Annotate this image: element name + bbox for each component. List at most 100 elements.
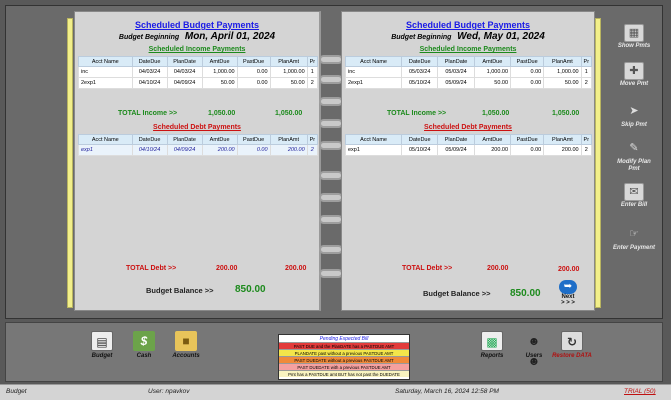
table-row[interactable]: inc 04/03/24 04/03/24 1,000.00 0.00 1,00… xyxy=(78,66,319,78)
col-header[interactable]: AmtDue xyxy=(201,56,238,67)
cell[interactable]: 05/09/24 xyxy=(437,144,475,156)
cell[interactable]: 50.00 xyxy=(201,77,238,89)
cell[interactable]: 2 xyxy=(580,77,593,89)
cell[interactable]: 50.00 xyxy=(473,77,512,89)
col-header[interactable]: Pr xyxy=(306,56,319,67)
cell[interactable]: 04/09/24 xyxy=(166,77,203,89)
col-header[interactable]: Acct Name xyxy=(78,134,133,145)
budget-button[interactable]: ▤ Budget xyxy=(82,331,122,359)
cell[interactable]: 2 xyxy=(306,144,319,156)
col-header[interactable]: Pr xyxy=(580,134,593,145)
col-header[interactable]: Acct Name xyxy=(344,134,403,145)
enter-payment-button[interactable]: ☞ Enter Payment xyxy=(612,226,656,252)
cell[interactable]: 0.00 xyxy=(510,66,545,78)
cell[interactable]: 1,000.00 xyxy=(543,66,582,78)
col-header[interactable]: AmtDue xyxy=(201,134,238,145)
col-header[interactable]: Acct Name xyxy=(78,56,133,67)
col-header[interactable]: PlanAmt xyxy=(269,56,308,67)
income-table[interactable]: Acct Name DateDue PlanDate AmtDue PastDu… xyxy=(78,56,319,89)
next-month-button[interactable]: ➥ Next > > > xyxy=(554,280,582,310)
col-header[interactable]: Pr xyxy=(580,56,593,67)
cell[interactable]: 05/09/24 xyxy=(437,77,475,89)
cell[interactable]: 05/03/24 xyxy=(401,66,439,78)
total-income-plan: 1,050.00 xyxy=(552,110,580,117)
cell[interactable]: 200.00 xyxy=(201,144,238,156)
cell[interactable]: 1,000.00 xyxy=(473,66,512,78)
cell[interactable]: 04/03/24 xyxy=(166,66,203,78)
table-row[interactable]: exp1 05/10/24 05/09/24 200.00 0.00 200.0… xyxy=(344,144,593,156)
table-row[interactable]: 2exp1 04/10/24 04/09/24 50.00 0.00 50.00… xyxy=(78,77,319,89)
cell[interactable]: 04/10/24 xyxy=(131,77,168,89)
cell[interactable]: 2 xyxy=(306,77,319,89)
col-header[interactable]: AmtDue xyxy=(473,56,512,67)
col-header[interactable]: PlanAmt xyxy=(543,56,582,67)
table-row[interactable]: exp1 04/10/24 04/09/24 200.00 0.00 200.0… xyxy=(78,144,319,156)
col-header[interactable]: AmtDue xyxy=(473,134,512,145)
col-header[interactable]: PastDue xyxy=(510,134,545,145)
move-pmt-button[interactable]: ✚ Move Pmt xyxy=(612,62,656,88)
cell[interactable]: 2exp1 xyxy=(78,77,133,89)
cell[interactable]: 200.00 xyxy=(473,144,512,156)
show-pmts-button[interactable]: ▦ Show Pmts xyxy=(612,24,656,50)
enter-bill-button[interactable]: ✉ Enter Bill xyxy=(612,183,656,209)
skip-pmt-button[interactable]: ➤ Skip Pmt xyxy=(612,103,656,129)
cell[interactable]: 0.00 xyxy=(236,77,271,89)
cell[interactable]: 04/10/24 xyxy=(131,144,168,156)
col-header[interactable]: PlanDate xyxy=(166,56,203,67)
bill-status-legend: Pending Expected Bill PAST DUE and the P… xyxy=(278,334,410,380)
col-header[interactable]: PlanDate xyxy=(166,134,203,145)
total-debt-label: TOTAL Debt >> xyxy=(402,265,453,272)
col-header[interactable]: PlanDate xyxy=(437,56,475,67)
col-header[interactable]: PastDue xyxy=(236,56,271,67)
debt-table[interactable]: Acct Name DateDue PlanDate AmtDue PastDu… xyxy=(78,134,319,156)
cell[interactable]: 04/03/24 xyxy=(131,66,168,78)
trial-link[interactable]: TRIAL (50) xyxy=(624,388,656,395)
col-header[interactable]: DateDue xyxy=(401,56,439,67)
cell[interactable]: inc xyxy=(78,66,133,78)
debt-table[interactable]: Acct Name DateDue PlanDate AmtDue PastDu… xyxy=(344,134,593,156)
cell[interactable]: 1,000.00 xyxy=(269,66,308,78)
cell[interactable]: 0.00 xyxy=(236,144,271,156)
col-header[interactable]: PastDue xyxy=(510,56,545,67)
col-header[interactable]: Pr xyxy=(306,134,319,145)
restore-data-button[interactable]: ↻ Restore DATA xyxy=(552,331,592,359)
cell[interactable]: 05/03/24 xyxy=(437,66,475,78)
table-row[interactable]: 2exp1 05/10/24 05/09/24 50.00 0.00 50.00… xyxy=(344,77,593,89)
cell[interactable]: exp1 xyxy=(344,144,403,156)
col-header[interactable]: DateDue xyxy=(401,134,439,145)
col-header[interactable]: PlanAmt xyxy=(543,134,582,145)
modify-plan-pmt-button[interactable]: ✎ Modify Plan Pmt xyxy=(612,140,656,173)
cash-button[interactable]: $ Cash xyxy=(124,331,164,359)
col-header[interactable]: PastDue xyxy=(236,134,271,145)
col-header[interactable]: PlanDate xyxy=(437,134,475,145)
cell[interactable]: 50.00 xyxy=(543,77,582,89)
cell[interactable]: 05/10/24 xyxy=(401,144,439,156)
cell[interactable]: 0.00 xyxy=(510,144,545,156)
cell[interactable]: 1 xyxy=(580,66,593,78)
cell[interactable]: 50.00 xyxy=(269,77,308,89)
modify-plan-pmt-label: Modify Plan Pmt xyxy=(617,159,651,172)
binder-ring xyxy=(319,269,343,278)
col-header[interactable]: Acct Name xyxy=(344,56,403,67)
reports-button[interactable]: ▩ Reports xyxy=(472,331,512,359)
col-header[interactable]: DateDue xyxy=(131,134,168,145)
col-header[interactable]: PlanAmt xyxy=(269,134,308,145)
cell[interactable]: 200.00 xyxy=(543,144,582,156)
cell[interactable]: 04/09/24 xyxy=(166,144,203,156)
cell[interactable]: 1,000.00 xyxy=(201,66,238,78)
income-table[interactable]: Acct Name DateDue PlanDate AmtDue PastDu… xyxy=(344,56,593,89)
table-row[interactable]: inc 05/03/24 05/03/24 1,000.00 0.00 1,00… xyxy=(344,66,593,78)
cell[interactable]: 0.00 xyxy=(236,66,271,78)
cell[interactable]: inc xyxy=(344,66,403,78)
cell[interactable]: 200.00 xyxy=(269,144,308,156)
col-header[interactable]: DateDue xyxy=(131,56,168,67)
users-button[interactable]: ☻☻ Users xyxy=(514,331,554,368)
cell[interactable]: 0.00 xyxy=(510,77,545,89)
cell[interactable]: 2exp1 xyxy=(344,77,403,89)
legend-row: PAST DUEDATE without a previous PASTDUE … xyxy=(279,356,409,363)
cell[interactable]: exp1 xyxy=(78,144,133,156)
cell[interactable]: 1 xyxy=(306,66,319,78)
cell[interactable]: 2 xyxy=(580,144,593,156)
cell[interactable]: 05/10/24 xyxy=(401,77,439,89)
accounts-button[interactable]: ■ Accounts xyxy=(166,331,206,359)
